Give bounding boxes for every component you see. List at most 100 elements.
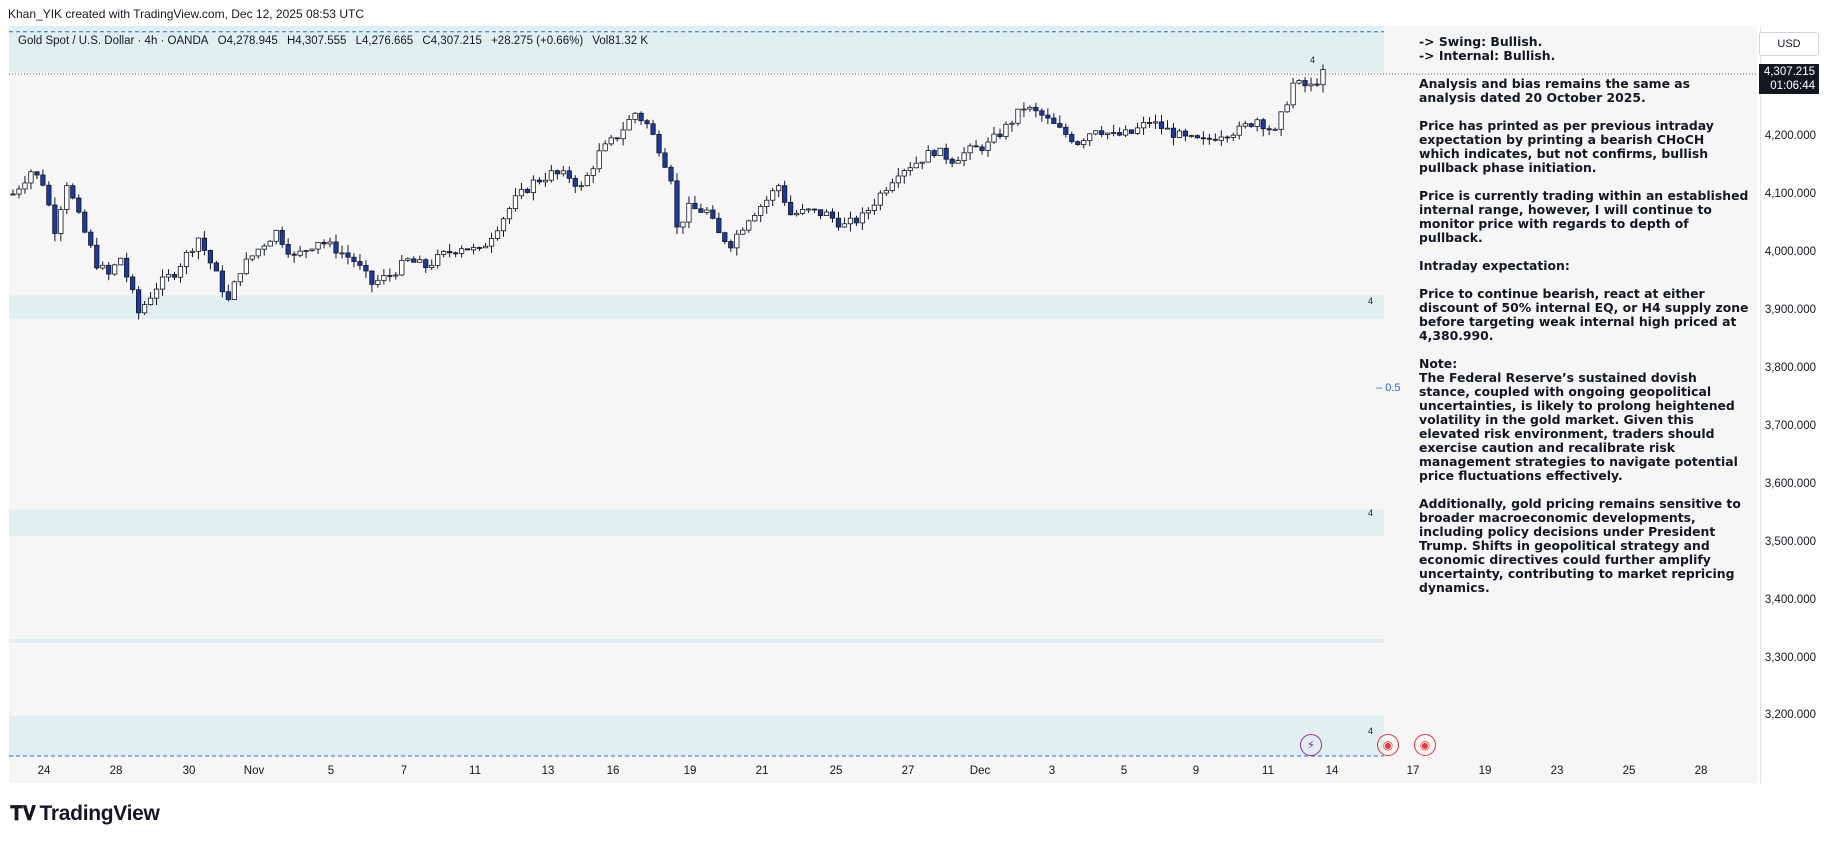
y-tick-label: 3,700.000 [1764, 419, 1816, 432]
candle-body [297, 250, 303, 256]
candle-body [1081, 140, 1087, 145]
candle-body [447, 251, 453, 254]
candle-body [16, 188, 22, 195]
candle-body [387, 275, 393, 277]
candle-body [632, 112, 638, 120]
zone-box [9, 295, 1384, 319]
candle-body [28, 171, 34, 184]
candle-body [225, 291, 231, 300]
x-tick-label: 25 [829, 765, 843, 777]
candle-body [1027, 106, 1033, 110]
candle-body [614, 137, 620, 140]
candle-body [1320, 69, 1326, 86]
ohlc-legend[interactable]: Gold Spot / U.S. Dollar · 4h · OANDA O4,… [18, 35, 654, 47]
candle-body [1278, 111, 1284, 130]
candle-body [805, 208, 812, 211]
candle-body [518, 188, 525, 197]
y-tick-label: 3,800.000 [1764, 361, 1816, 374]
y-tick-label: 3,600.000 [1764, 477, 1816, 490]
candle-body [165, 274, 172, 278]
candle-body [662, 152, 668, 168]
candle-body [817, 209, 824, 216]
candle-body [895, 175, 901, 184]
y-tick-label: 4,200.000 [1764, 130, 1816, 143]
high-value: H4,307.555 [286, 35, 347, 47]
candle-body [1242, 123, 1248, 127]
x-tick-label: 9 [1192, 765, 1200, 777]
x-tick-label: 24 [37, 765, 51, 777]
x-tick-label: 28 [1694, 765, 1708, 777]
candle-body [997, 133, 1003, 137]
x-tick-label: 16 [606, 765, 620, 777]
candle-body [728, 241, 734, 249]
tradingview-logo[interactable]: 𝐓𝐕 TradingView [10, 802, 160, 826]
candle-body [1075, 141, 1081, 145]
candle-body [488, 238, 495, 247]
candle-body [100, 264, 106, 269]
candle-body [560, 170, 566, 175]
candle-body [1206, 137, 1212, 140]
candle-body [243, 258, 249, 275]
candle-body [889, 182, 895, 191]
candle-body [799, 209, 806, 214]
candle-body [339, 252, 345, 255]
candle-body [255, 248, 261, 257]
candle-body [859, 212, 866, 224]
candle-body [1182, 130, 1189, 137]
x-tick-label: 23 [1550, 765, 1564, 777]
candle-body [153, 288, 160, 299]
y-tick-label: 3,300.000 [1764, 651, 1816, 664]
candle-body [877, 192, 883, 206]
candle-body [183, 251, 190, 267]
candle-body [853, 217, 860, 224]
candle-body [656, 134, 662, 154]
candle-body [1033, 106, 1039, 112]
candle-body [64, 185, 70, 210]
candle-body [1045, 114, 1051, 119]
candle-body [411, 258, 417, 263]
x-tick-label: 19 [1478, 765, 1492, 777]
candle-body [136, 289, 142, 314]
candle-body [794, 212, 800, 216]
candle-body [441, 251, 447, 255]
candle-body [865, 209, 871, 214]
candle-body [841, 223, 848, 228]
candle-body [476, 247, 483, 249]
candle-body [249, 255, 255, 260]
us-flag-event-icon[interactable]: ◉ [1377, 734, 1399, 756]
candle-body [1224, 136, 1230, 139]
x-tick-label: 11 [469, 765, 481, 777]
candle-body [500, 218, 507, 232]
candle-body [752, 215, 758, 222]
x-tick-label: 30 [182, 765, 196, 777]
candle-body [459, 248, 465, 254]
open-value: O4,278.945 [217, 35, 278, 47]
x-tick-label: 13 [541, 765, 555, 777]
price-axis[interactable]: 3,200.000 3,300.000 3,400.000 3,500.000 3,60… [1760, 26, 1835, 783]
candle-body [417, 259, 423, 263]
flash-event-icon[interactable]: ⚡ [1300, 734, 1322, 756]
x-tick-label: 14 [1325, 765, 1339, 777]
candle-body [195, 237, 202, 252]
candle-body [88, 231, 94, 246]
candle-body [542, 179, 548, 183]
candle-body [1140, 122, 1147, 129]
candle-body [883, 190, 889, 194]
candle-body [303, 250, 309, 252]
candle-body [811, 208, 818, 211]
last-price: 4,307.215 [1763, 66, 1815, 78]
candle-body [494, 230, 501, 239]
candle-body [171, 274, 178, 278]
us-flag-event-icon[interactable]: ◉ [1414, 734, 1436, 756]
candle-body [668, 166, 674, 182]
candle-body [1099, 130, 1105, 135]
candle-body [548, 170, 554, 181]
candle-body [1093, 130, 1099, 135]
candle-body [231, 281, 237, 300]
candle-body [327, 241, 333, 245]
candle-body [572, 177, 578, 187]
currency-selector[interactable]: USD [1759, 32, 1819, 56]
candle-body [1308, 83, 1314, 87]
time-axis[interactable]: 24 28 30 Nov 5 7 11 13 16 19 21 25 27 Dec 3 5 9 11 14 17 19 2… [9, 760, 1757, 783]
candle-body [1254, 119, 1260, 127]
